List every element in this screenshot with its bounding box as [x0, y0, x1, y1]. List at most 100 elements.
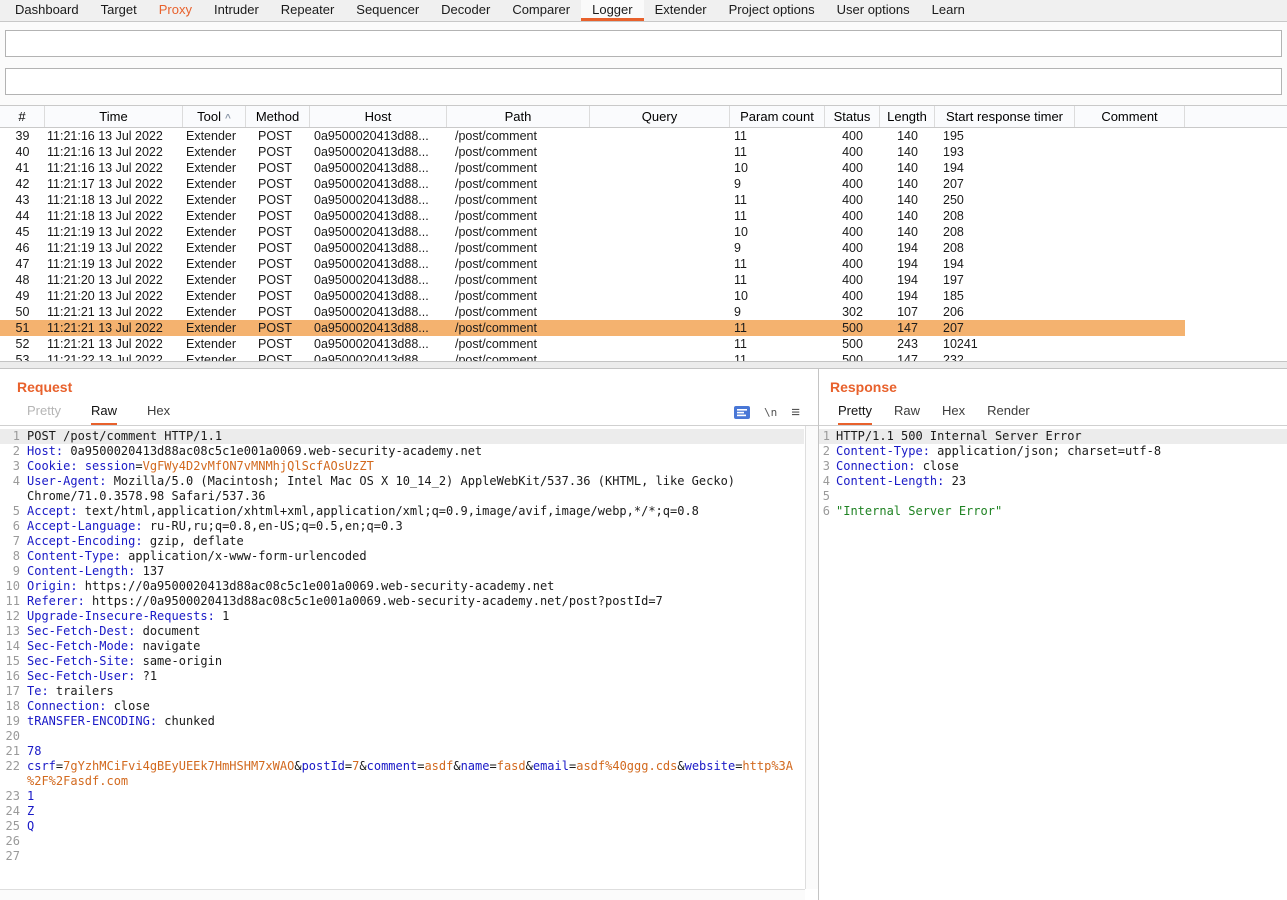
main-tab-dashboard[interactable]: Dashboard — [4, 0, 90, 21]
request-scrollbar-vertical[interactable] — [805, 426, 818, 889]
request-line-7[interactable]: 7Accept-Encoding: gzip, deflate — [0, 534, 804, 549]
request-line-10[interactable]: 10Origin: https://0a9500020413d88ac08c5c… — [0, 579, 804, 594]
request-line-1[interactable]: 1POST /post/comment HTTP/1.1 — [0, 429, 804, 444]
request-line-9[interactable]: 9Content-Length: 137 — [0, 564, 804, 579]
log-row-50[interactable]: 5011:21:21 13 Jul 2022ExtenderPOST0a9500… — [0, 304, 1185, 320]
request-line-14[interactable]: 14Sec-Fetch-Mode: navigate — [0, 639, 804, 654]
response-tab-hex[interactable]: Hex — [942, 403, 965, 425]
column-header-query[interactable]: Query — [590, 106, 730, 127]
log-row-52[interactable]: 5211:21:21 13 Jul 2022ExtenderPOST0a9500… — [0, 336, 1185, 352]
response-editor[interactable]: 1HTTP/1.1 500 Internal Server Error2Cont… — [819, 426, 1287, 900]
request-line-23[interactable]: 231 — [0, 789, 804, 804]
request-line-15[interactable]: 15Sec-Fetch-Site: same-origin — [0, 654, 804, 669]
column-header-status[interactable]: Status — [825, 106, 880, 127]
request-line-20[interactable]: 20 — [0, 729, 804, 744]
main-tab-sequencer[interactable]: Sequencer — [345, 0, 430, 21]
column-header-tool[interactable]: Tool^ — [183, 106, 246, 127]
response-tab-raw[interactable]: Raw — [894, 403, 920, 425]
view-filter-bar[interactable]: View filter: Showing all items — [5, 68, 1282, 95]
response-line-6[interactable]: 6"Internal Server Error" — [819, 504, 1287, 519]
log-row-41[interactable]: 4111:21:16 13 Jul 2022ExtenderPOST0a9500… — [0, 160, 1185, 176]
request-line-16[interactable]: 16Sec-Fetch-User: ?1 — [0, 669, 804, 684]
response-line-1[interactable]: 1HTTP/1.1 500 Internal Server Error — [819, 429, 1287, 444]
main-tab-project-options[interactable]: Project options — [718, 0, 826, 21]
response-line-5[interactable]: 5 — [819, 489, 1287, 504]
main-tab-intruder[interactable]: Intruder — [203, 0, 270, 21]
log-cell — [1075, 224, 1185, 240]
log-row-45[interactable]: 4511:21:19 13 Jul 2022ExtenderPOST0a9500… — [0, 224, 1185, 240]
request-scrollbar-horizontal[interactable] — [0, 889, 805, 900]
response-line-3[interactable]: 3Connection: close — [819, 459, 1287, 474]
log-row-42[interactable]: 4211:21:17 13 Jul 2022ExtenderPOST0a9500… — [0, 176, 1185, 192]
line-content: Sec-Fetch-Dest: document — [27, 624, 804, 639]
main-tab-proxy[interactable]: Proxy — [148, 0, 203, 21]
column-header-#[interactable]: # — [0, 106, 45, 127]
response-tab-render[interactable]: Render — [987, 403, 1030, 425]
request-line-27[interactable]: 27 — [0, 849, 804, 864]
line-content: Content-Length: 137 — [27, 564, 804, 579]
main-tab-extender[interactable]: Extender — [644, 0, 718, 21]
capture-filter-bar[interactable]: Capture filter: Logger memory limit set … — [5, 30, 1282, 57]
log-row-44[interactable]: 4411:21:18 13 Jul 2022ExtenderPOST0a9500… — [0, 208, 1185, 224]
main-tab-logger[interactable]: Logger — [581, 0, 643, 21]
show-nonprintable-icon[interactable]: \n — [764, 406, 777, 419]
main-tab-repeater[interactable]: Repeater — [270, 0, 345, 21]
column-header-method[interactable]: Method — [246, 106, 310, 127]
log-row-39[interactable]: 3911:21:16 13 Jul 2022ExtenderPOST0a9500… — [0, 128, 1185, 144]
request-line-5[interactable]: 5Accept: text/html,application/xhtml+xml… — [0, 504, 804, 519]
line-content: Origin: https://0a9500020413d88ac08c5c1e… — [27, 579, 804, 594]
request-line-24[interactable]: 24Z — [0, 804, 804, 819]
log-cell: 400 — [825, 272, 880, 288]
column-header-length[interactable]: Length — [880, 106, 935, 127]
request-line-6[interactable]: 6Accept-Language: ru-RU,ru;q=0.8,en-US;q… — [0, 519, 804, 534]
main-tab-decoder[interactable]: Decoder — [430, 0, 501, 21]
main-tab-target[interactable]: Target — [90, 0, 148, 21]
request-line-25[interactable]: 25Q — [0, 819, 804, 834]
request-line-19[interactable]: 19tRANSFER-ENCODING: chunked — [0, 714, 804, 729]
column-header-param-count[interactable]: Param count — [730, 106, 825, 127]
request-line-3[interactable]: 3Cookie: session=VgFWy4D2vMfON7vMNMhjQlS… — [0, 459, 804, 474]
editor-menu-icon[interactable]: ≡ — [791, 406, 800, 419]
log-row-48[interactable]: 4811:21:20 13 Jul 2022ExtenderPOST0a9500… — [0, 272, 1185, 288]
log-row-40[interactable]: 4011:21:16 13 Jul 2022ExtenderPOST0a9500… — [0, 144, 1185, 160]
request-tab-raw[interactable]: Raw — [91, 403, 117, 425]
column-header-time[interactable]: Time — [45, 106, 183, 127]
column-header-path[interactable]: Path — [447, 106, 590, 127]
request-line-26[interactable]: 26 — [0, 834, 804, 849]
main-tab-learn[interactable]: Learn — [921, 0, 976, 21]
column-header-start-response-timer[interactable]: Start response timer — [935, 106, 1075, 127]
request-line-21[interactable]: 2178 — [0, 744, 804, 759]
log-cell: 0a9500020413d88... — [310, 320, 447, 336]
response-line-2[interactable]: 2Content-Type: application/json; charset… — [819, 444, 1287, 459]
line-number: 27 — [0, 849, 27, 864]
log-row-51[interactable]: 5111:21:21 13 Jul 2022ExtenderPOST0a9500… — [0, 320, 1185, 336]
column-header-host[interactable]: Host — [310, 106, 447, 127]
log-row-46[interactable]: 4611:21:19 13 Jul 2022ExtenderPOST0a9500… — [0, 240, 1185, 256]
request-tab-hex[interactable]: Hex — [147, 403, 170, 425]
log-row-47[interactable]: 4711:21:19 13 Jul 2022ExtenderPOST0a9500… — [0, 256, 1185, 272]
request-tab-pretty[interactable]: Pretty — [27, 403, 61, 425]
log-row-43[interactable]: 4311:21:18 13 Jul 2022ExtenderPOST0a9500… — [0, 192, 1185, 208]
request-line-11[interactable]: 11Referer: https://0a9500020413d88ac08c5… — [0, 594, 804, 609]
request-line-22[interactable]: 22csrf=7gYzhMCiFvi4gBEyUEEk7HmHSHM7xWAO&… — [0, 759, 804, 789]
main-tab-user-options[interactable]: User options — [826, 0, 921, 21]
request-line-2[interactable]: 2Host: 0a9500020413d88ac08c5c1e001a0069.… — [0, 444, 804, 459]
request-line-8[interactable]: 8Content-Type: application/x-www-form-ur… — [0, 549, 804, 564]
request-line-17[interactable]: 17Te: trailers — [0, 684, 804, 699]
request-editor[interactable]: 1POST /post/comment HTTP/1.12Host: 0a950… — [0, 426, 818, 900]
column-header-comment[interactable]: Comment — [1075, 106, 1185, 127]
response-tab-pretty[interactable]: Pretty — [838, 403, 872, 425]
main-tab-comparer[interactable]: Comparer — [501, 0, 581, 21]
log-cell: 10 — [730, 288, 825, 304]
request-line-4[interactable]: 4User-Agent: Mozilla/5.0 (Macintosh; Int… — [0, 474, 804, 504]
line-number: 18 — [0, 699, 27, 714]
response-line-4[interactable]: 4Content-Length: 23 — [819, 474, 1287, 489]
request-line-12[interactable]: 12Upgrade-Insecure-Requests: 1 — [0, 609, 804, 624]
pretty-print-icon[interactable] — [734, 406, 750, 419]
log-row-49[interactable]: 4911:21:20 13 Jul 2022ExtenderPOST0a9500… — [0, 288, 1185, 304]
log-cell — [1075, 256, 1185, 272]
horizontal-splitter[interactable] — [0, 361, 1287, 369]
request-line-13[interactable]: 13Sec-Fetch-Dest: document — [0, 624, 804, 639]
request-line-18[interactable]: 18Connection: close — [0, 699, 804, 714]
log-row-53[interactable]: 5311:21:22 13 Jul 2022ExtenderPOST0a9500… — [0, 352, 1185, 361]
